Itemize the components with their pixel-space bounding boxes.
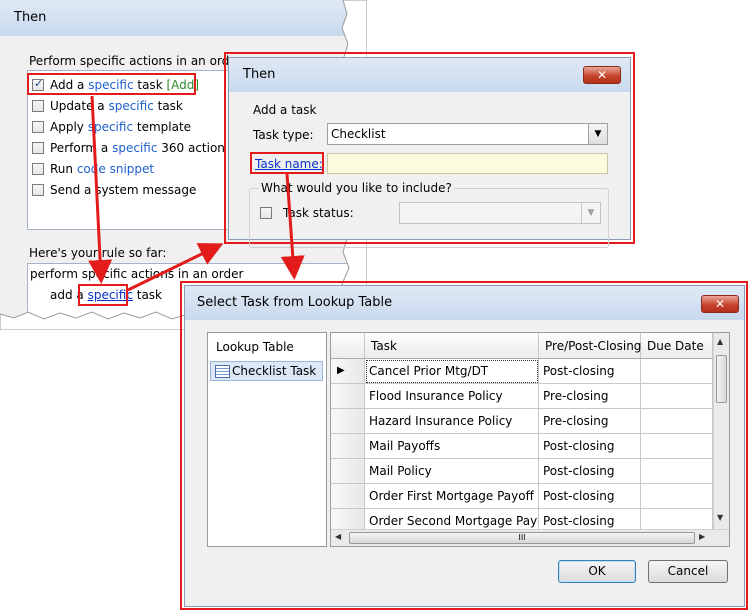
specific-link[interactable]: specific — [112, 141, 157, 155]
task-dialog-title-bar: Then — [229, 58, 630, 92]
update-task-checkbox[interactable] — [32, 100, 44, 112]
lookup-table-list: Lookup Table Checklist Task — [207, 332, 327, 547]
lookup-dialog-title-bar: Select Task from Lookup Table — [185, 286, 744, 320]
ok-button[interactable]: OK — [558, 560, 636, 583]
rule-text: task — [132, 288, 162, 302]
current-row-indicator-icon[interactable]: ▶ — [331, 359, 365, 384]
table-row[interactable]: Flood Insurance Policy Pre-closing — [331, 384, 713, 409]
table-row[interactable]: ▶ Cancel Prior Mtg/DT Post-closing — [331, 359, 713, 384]
scroll-left-icon[interactable]: ◀ — [335, 532, 341, 541]
action-text: task — [153, 99, 183, 113]
cell-closing[interactable]: Pre-closing — [539, 409, 641, 434]
then-task-dialog: Then ✕ Add a task Task type: Checklist ▼… — [228, 57, 631, 248]
column-header-closing[interactable]: Pre/Post-Closing — [539, 333, 641, 359]
highlight-task-name — [250, 152, 324, 174]
row-header[interactable] — [331, 484, 365, 509]
action-text: Perform a — [50, 141, 113, 155]
cell-closing[interactable]: Post-closing — [539, 359, 641, 384]
specific-link[interactable]: specific — [88, 120, 133, 134]
cell-task[interactable]: Cancel Prior Mtg/DT — [365, 359, 539, 384]
actions-group-label: Perform specific actions in an order — [29, 54, 242, 68]
table-row[interactable]: Mail Payoffs Post-closing — [331, 434, 713, 459]
cell-closing[interactable]: Pre-closing — [539, 384, 641, 409]
horizontal-scrollbar[interactable]: ◀ III ▶ — [331, 529, 729, 546]
include-label: What would you like to include? — [259, 181, 454, 195]
action-text: Update a — [50, 99, 109, 113]
table-row[interactable]: Order First Mortgage Payoff Post-closing — [331, 484, 713, 509]
cell-closing[interactable]: Post-closing — [539, 484, 641, 509]
scroll-grip: III — [518, 533, 526, 542]
cell-task[interactable]: Mail Policy — [365, 459, 539, 484]
dropdown-arrow-icon[interactable]: ▼ — [581, 203, 600, 223]
lookup-item-checklist-task[interactable]: Checklist Task — [210, 361, 323, 381]
cell-due[interactable] — [641, 459, 713, 484]
close-icon: ✕ — [714, 297, 726, 311]
rule-line-1: perform specific actions in an order — [30, 267, 244, 281]
task-type-value: Checklist — [331, 127, 386, 141]
scroll-up-icon[interactable]: ▲ — [717, 337, 723, 346]
action-text: Run — [50, 162, 77, 176]
highlight-rule-specific — [78, 284, 128, 306]
cell-closing[interactable]: Post-closing — [539, 459, 641, 484]
task-dialog-close-button[interactable]: ✕ — [583, 66, 621, 84]
task-name-input[interactable] — [327, 153, 608, 174]
task-status-select[interactable]: ▼ — [399, 202, 601, 224]
grid-body: ▶ Cancel Prior Mtg/DT Post-closing Flood In… — [331, 359, 713, 534]
perform-360-checkbox[interactable] — [32, 142, 44, 154]
specific-link[interactable]: specific — [108, 99, 153, 113]
cell-task[interactable]: Flood Insurance Policy — [365, 384, 539, 409]
action-text: template — [133, 120, 192, 134]
cell-due[interactable] — [641, 484, 713, 509]
scroll-down-icon[interactable]: ▼ — [717, 513, 723, 522]
scroll-right-icon[interactable]: ▶ — [699, 532, 705, 541]
lookup-dialog-title: Select Task from Lookup Table — [197, 295, 393, 310]
highlight-add-task — [27, 73, 196, 95]
action-text: Apply — [50, 120, 88, 134]
cell-due[interactable] — [641, 359, 713, 384]
table-row[interactable]: Mail Policy Post-closing — [331, 459, 713, 484]
lookup-dialog: Select Task from Lookup Table ✕ Lookup T… — [184, 285, 745, 607]
row-header[interactable] — [331, 459, 365, 484]
action-text: Send a system message — [50, 183, 197, 197]
then-dialog-title-bar: Then — [0, 0, 352, 36]
scroll-thumb[interactable] — [716, 355, 727, 403]
vertical-scrollbar[interactable]: ▲ ▼ — [713, 333, 729, 529]
rule-label: Here's your rule so far: — [29, 246, 167, 260]
action-text: 360 action — [157, 141, 225, 155]
task-status-checkbox[interactable] — [260, 207, 272, 219]
run-snippet-checkbox[interactable] — [32, 163, 44, 175]
row-header[interactable] — [331, 384, 365, 409]
code-snippet-link[interactable]: code snippet — [77, 162, 154, 176]
task-grid: Task Pre/Post-Closing Due Date ▶ Cancel P… — [330, 332, 730, 547]
send-message-checkbox[interactable] — [32, 184, 44, 196]
then-dialog-title: Then — [14, 10, 47, 25]
task-dialog-title: Then — [243, 67, 276, 82]
cell-task[interactable]: Order First Mortgage Payoff — [365, 484, 539, 509]
task-status-label: Task status: — [283, 206, 354, 220]
table-icon — [215, 365, 230, 378]
dropdown-arrow-icon[interactable]: ▼ — [588, 124, 607, 144]
apply-template-checkbox[interactable] — [32, 121, 44, 133]
lookup-dialog-close-button[interactable]: ✕ — [701, 295, 739, 313]
lookup-item-label: Checklist Task — [232, 364, 317, 378]
task-type-select[interactable]: Checklist ▼ — [327, 123, 608, 145]
horizontal-scroll-thumb[interactable]: III — [349, 532, 695, 544]
add-task-heading: Add a task — [253, 103, 317, 117]
row-header[interactable] — [331, 409, 365, 434]
column-header-task[interactable]: Task — [365, 333, 539, 359]
task-type-label: Task type: — [253, 128, 314, 142]
column-header-due-date[interactable]: Due Date — [641, 333, 713, 359]
cell-task[interactable]: Mail Payoffs — [365, 434, 539, 459]
cell-due[interactable] — [641, 434, 713, 459]
close-icon: ✕ — [596, 68, 608, 82]
cancel-button[interactable]: Cancel — [648, 560, 728, 583]
cell-task[interactable]: Hazard Insurance Policy — [365, 409, 539, 434]
lookup-table-header: Lookup Table — [216, 340, 294, 354]
cell-due[interactable] — [641, 409, 713, 434]
cell-due[interactable] — [641, 384, 713, 409]
table-row[interactable]: Hazard Insurance Policy Pre-closing — [331, 409, 713, 434]
row-header[interactable] — [331, 434, 365, 459]
grid-corner — [331, 333, 365, 359]
cell-closing[interactable]: Post-closing — [539, 434, 641, 459]
